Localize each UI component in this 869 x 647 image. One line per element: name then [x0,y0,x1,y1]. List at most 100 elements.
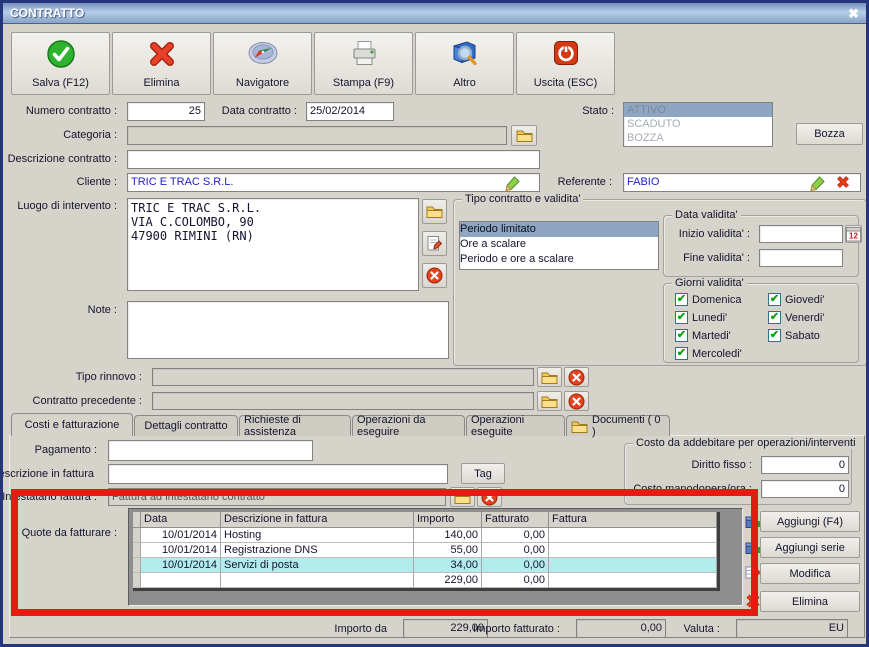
contratto-precedente-folder-button[interactable] [537,391,562,411]
cliente-label: Cliente : [76,176,117,188]
inizio-calendar-button[interactable]: 12 [845,225,862,243]
folder-icon [541,370,558,385]
descrizione-contratto-field[interactable] [127,150,540,169]
aggiungi-serie-button[interactable]: Aggiungi serie [760,537,860,558]
stato-option-attivo[interactable]: ATTIVO [624,103,772,117]
tipo-rinnovo-field[interactable] [152,368,534,386]
aggiungi-f4-button[interactable]: Aggiungi (F4) [760,511,860,532]
pencil-icon[interactable] [505,175,521,191]
tab-dettagli-contratto[interactable]: Dettagli contratto [134,415,238,436]
cliente-value: TRIC E TRAC S.R.L. [131,176,234,188]
tipo-rinnovo-clear-button[interactable] [564,367,589,387]
luogo-folder-button[interactable] [422,199,447,224]
tab-richieste-di-assistenza[interactable]: Richieste di assistenza [239,414,351,438]
modifica-button[interactable]: Modifica [760,563,860,584]
referente-field[interactable]: FABIO [623,173,861,192]
checkbox-mercoledi[interactable]: ✔ Mercoledi' [675,347,742,360]
inizio-validita-label: Inizio validita' : [678,228,750,240]
tab-documenti-0[interactable]: Documenti ( 0 ) [566,414,670,438]
diritto-fisso-label: Diritto fisso : [691,459,752,471]
pencil-icon[interactable] [810,175,826,191]
checkbox-label: Domenica [692,293,742,306]
tab-label: Documenti ( 0 ) [592,414,661,438]
save-check-icon [46,39,76,71]
checkbox-sabato[interactable]: ✔ Sabato [768,329,820,342]
tab-label: Costi e fatturazione [24,419,120,431]
numero-contratto-label: Numero contratto : [25,105,117,117]
toolbar-button-stampa-f9[interactable]: Stampa (F9) [314,32,413,95]
bozza-button[interactable]: Bozza [796,123,863,145]
tab-label: Dettagli contratto [144,420,228,432]
table-row[interactable]: 10/01/2014 Registrazione DNS 55,00 0,00 [133,543,717,558]
descrizione-fattura-field[interactable] [108,464,448,484]
intestatario-fattura-label: Intestatario fattura : [2,491,97,503]
table-header-row: Data Descrizione in fattura Importo Fattura… [133,512,717,528]
checkbox-label: Mercoledi' [692,347,742,360]
numero-contratto-field[interactable]: 25 [127,102,205,121]
x-circle-icon [426,267,443,284]
categoria-folder-button[interactable] [511,125,537,146]
intestatario-folder-button[interactable] [450,487,475,507]
toolbar-button-altro[interactable]: Altro [415,32,514,95]
data-contratto-label: Data contratto : [221,105,297,117]
table-row[interactable]: 10/01/2014 Hosting 140,00 0,00 [133,528,717,543]
checkbox-venerdi[interactable]: ✔ Venerdi' [768,311,824,324]
importo-da-label: Importo da [334,623,387,635]
stato-option-scaduto[interactable]: SCADUTO [624,117,772,131]
tab-costi-e-fatturazione[interactable]: Costi e fatturazione [11,413,133,436]
luogo-clear-button[interactable] [422,263,447,288]
giorni-validita-group-title: Giorni validita' [672,277,747,289]
remove-referente-icon[interactable] [836,175,850,189]
luogo-intervento-label: Luogo di intervento : [17,200,117,212]
tipo-option-periodo-limitato[interactable]: Periodo limitato [460,222,658,237]
tipo-contratto-listbox[interactable]: Periodo limitato Ore a scalare Periodo e o… [459,221,659,270]
table-cell: 10/01/2014 [141,528,221,543]
x-circle-icon [481,489,498,506]
table-row[interactable]: 229,00 0,00 [133,573,717,588]
tag-button[interactable]: Tag [461,463,505,484]
fine-validita-label: Fine validita' : [683,252,750,264]
luogo-edit-button[interactable] [422,231,447,256]
checkbox-domenica[interactable]: ✔ Domenica [675,293,742,306]
table-cell [549,558,717,573]
contratto-precedente-clear-button[interactable] [564,391,589,411]
diritto-fisso-field[interactable]: 0 [761,456,849,474]
tipo-rinnovo-folder-button[interactable] [537,367,562,387]
tab-operazioni-eseguite[interactable]: Operazioni eseguite [466,414,565,438]
tab-operazioni-da-eseguire[interactable]: Operazioni da eseguire [352,414,465,438]
quote-table[interactable]: Data Descrizione in fattura Importo Fattura… [133,512,720,591]
contratto-window: CONTRATTO ✖ Salva (F12) Elimina Navigatore… [0,0,869,647]
stato-option-bozza[interactable]: BOZZA [624,131,772,145]
cliente-field[interactable]: TRIC E TRAC S.R.L. [127,173,540,192]
checkbox-lunedi[interactable]: ✔ Lunedi' [675,311,727,324]
intestatario-fattura-field[interactable]: Fattura ad intestatario contratto [108,488,446,506]
tipo-option-ore-a-scalare[interactable]: Ore a scalare [460,237,658,252]
folder-icon [454,490,471,505]
title-bar[interactable]: CONTRATTO ✖ [3,3,866,24]
close-icon[interactable]: ✖ [848,7,859,20]
toolbar-button-elimina[interactable]: Elimina [112,32,211,95]
contratto-precedente-field[interactable] [152,392,534,410]
toolbar-button-uscita-esc[interactable]: Uscita (ESC) [516,32,615,95]
data-contratto-field[interactable]: 25/02/2014 [306,102,394,121]
toolbar-button-salva-f12[interactable]: Salva (F12) [11,32,110,95]
costo-manodopera-field[interactable]: 0 [761,480,849,498]
table-row[interactable]: 10/01/2014 Servizi di posta 34,00 0,00 [133,558,717,573]
note-label: Note : [87,304,117,316]
tipo-option-periodo-e-ore-a-scalare[interactable]: Periodo e ore a scalare [460,252,658,267]
checkbox-martedi[interactable]: ✔ Martedi' [675,329,731,342]
elimina-button[interactable]: Elimina [760,591,860,612]
pagamento-combobox[interactable] [108,440,313,461]
categoria-field[interactable] [127,126,507,145]
checkbox-giovedi[interactable]: ✔ Giovedi' [768,293,824,306]
intestatario-clear-button[interactable] [477,487,502,507]
inizio-validita-field[interactable] [759,225,843,243]
stato-label: Stato : [582,105,614,117]
stato-listbox[interactable]: ATTIVO SCADUTO BOZZA [623,102,773,147]
toolbar-button-label: Stampa (F9) [332,77,395,89]
referente-label: Referente : [557,176,612,188]
fine-validita-field[interactable] [759,249,843,267]
note-textarea[interactable] [127,301,449,359]
toolbar-button-navigatore[interactable]: Navigatore [213,32,312,95]
luogo-intervento-textarea[interactable]: TRIC E TRAC S.R.L. VIA C.COLOMBO, 90 479… [127,198,419,291]
